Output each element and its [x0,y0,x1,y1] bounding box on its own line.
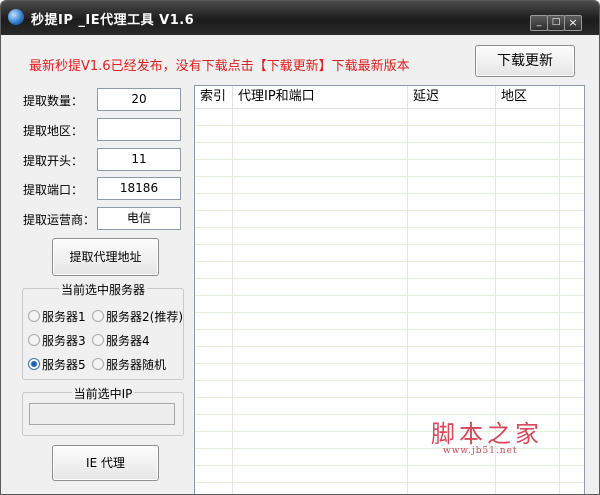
radio-label: 服务器1 [42,310,86,324]
extract-proxy-button[interactable]: 提取代理地址 [52,238,159,276]
radio-label: 服务器随机 [106,358,167,372]
window-title: 秒提IP _IE代理工具 V1.6 [31,13,195,28]
app-window: 秒提IP _IE代理工具 V1.6 _ □ × 最新秒提V1.6已经发布，没有下… [0,0,600,495]
watermark-text: 脚本之家 [431,420,543,448]
column-header-index[interactable]: 索引 [195,86,233,108]
radio-dot [92,358,104,370]
app-globe-icon [8,9,24,25]
radio-dot [92,334,104,346]
radio-dot [28,310,40,322]
region-label: 提取地区： [23,124,84,138]
minimize-button[interactable]: _ [530,15,548,31]
region-input[interactable] [97,118,181,141]
column-header-proxy[interactable]: 代理IP和端口 [233,86,408,108]
isp-input[interactable]: 电信 [97,207,181,230]
radio-dot-selected [28,358,40,370]
radio-label: 服务器2(推荐) [106,310,183,324]
server-groupbox: 当前选中服务器 服务器1 服务器2(推荐) 服务器3 服务器4 服务器5 服务器… [22,283,184,380]
download-update-button[interactable]: 下载更新 [475,45,575,77]
column-header-region[interactable]: 地区 [496,86,560,108]
port-input[interactable]: 18186 [97,177,181,200]
watermark-url: www.jb51.net [443,446,518,456]
port-label: 提取端口： [23,183,84,197]
current-ip-title: 当前选中IP [71,387,135,401]
current-ip-field [29,403,175,425]
close-button[interactable]: × [564,15,582,31]
column-header-latency[interactable]: 延迟 [408,86,496,108]
prefix-input[interactable]: 11 [97,148,181,171]
radio-label: 服务器5 [42,358,86,372]
quantity-input[interactable]: 20 [97,88,181,111]
quantity-label: 提取数量： [23,94,84,108]
maximize-button[interactable]: □ [547,15,565,31]
radio-dot [92,310,104,322]
radio-dot [28,334,40,346]
prefix-label: 提取开头： [23,154,84,168]
radio-label: 服务器4 [106,334,150,348]
isp-label: 提取运营商： [23,213,96,227]
radio-label: 服务器3 [42,334,86,348]
watermark: 脚本之家 www.jb51.net [431,414,543,456]
ie-proxy-button[interactable]: IE 代理 [52,445,159,481]
server-group-title: 当前选中服务器 [58,283,147,297]
title-bar[interactable]: 秒提IP _IE代理工具 V1.6 _ □ × [1,1,599,35]
update-notice: 最新秒提V1.6已经发布，没有下载点击【下载更新】下载最新版本 [29,59,410,74]
